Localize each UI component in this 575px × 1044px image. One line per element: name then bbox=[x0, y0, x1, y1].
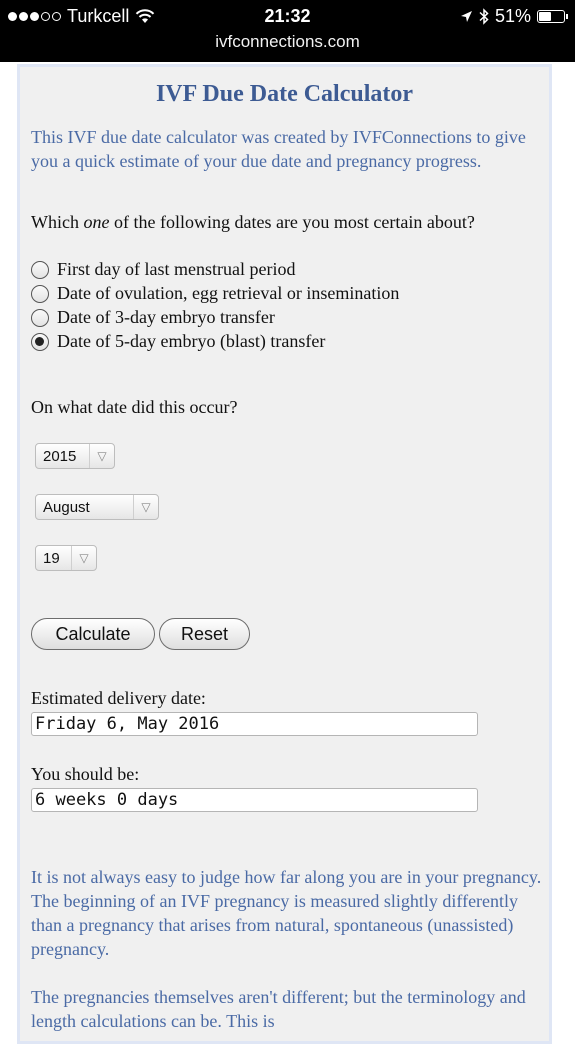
info-paragraph-1: It is not always easy to judge how far a… bbox=[31, 867, 542, 959]
option-lmp[interactable]: First day of last menstrual period bbox=[31, 259, 295, 280]
calculate-button[interactable]: Calculate bbox=[31, 618, 155, 650]
battery-icon bbox=[537, 10, 568, 23]
date-question: On what date did this occur? bbox=[31, 397, 238, 417]
battery-percent: 51% bbox=[494, 6, 531, 26]
option-label: Date of 5-day embryo (blast) transfer bbox=[57, 331, 326, 351]
calculator-panel: IVF Due Date Calculator This IVF due dat… bbox=[17, 64, 552, 1044]
delivery-date-field[interactable]: Friday 6, May 2016 bbox=[31, 712, 478, 736]
option-label: First day of last menstrual period bbox=[57, 259, 296, 279]
year-value: 2015 bbox=[43, 447, 77, 465]
address-url[interactable]: ivfconnections.com bbox=[0, 32, 575, 52]
radio-5day-transfer[interactable] bbox=[31, 332, 49, 351]
progress-label: You should be: bbox=[31, 764, 140, 784]
info-paragraph-2: The pregnancies themselves aren't differ… bbox=[31, 987, 526, 1031]
option-ovulation[interactable]: Date of ovulation, egg retrieval or inse… bbox=[31, 283, 399, 304]
radio-lmp[interactable] bbox=[31, 260, 49, 279]
radio-3day-transfer[interactable] bbox=[31, 308, 49, 327]
status-right: 51% bbox=[460, 6, 568, 27]
reset-button[interactable]: Reset bbox=[159, 618, 250, 650]
location-arrow-icon bbox=[460, 11, 472, 22]
day-value: 19 bbox=[43, 549, 60, 567]
day-select[interactable]: 19 ▽ bbox=[35, 545, 97, 571]
option-3day-transfer[interactable]: Date of 3-day embryo transfer bbox=[31, 307, 275, 328]
delivery-label: Estimated delivery date: bbox=[31, 688, 206, 708]
chevron-down-icon: ▽ bbox=[133, 495, 158, 519]
month-value: August bbox=[43, 498, 90, 516]
status-bar: Turkcell 21:32 51% ivfconnections.com bbox=[0, 0, 575, 62]
option-5day-transfer[interactable]: Date of 5-day embryo (blast) transfer bbox=[31, 331, 325, 352]
bluetooth-icon bbox=[479, 8, 489, 25]
radio-ovulation[interactable] bbox=[31, 284, 49, 303]
progress-field[interactable]: 6 weeks 0 days bbox=[31, 788, 478, 812]
chevron-down-icon: ▽ bbox=[89, 444, 114, 468]
year-select[interactable]: 2015 ▽ bbox=[35, 443, 115, 469]
page-title: IVF Due Date Calculator bbox=[155, 81, 414, 107]
chevron-down-icon: ▽ bbox=[71, 546, 96, 570]
certainty-question: Which one of the following dates are you… bbox=[31, 212, 475, 232]
option-label: Date of ovulation, egg retrieval or inse… bbox=[57, 283, 400, 303]
month-select[interactable]: August ▽ bbox=[35, 494, 159, 520]
option-label: Date of 3-day embryo transfer bbox=[57, 307, 275, 327]
intro-text: This IVF due date calculator was created… bbox=[31, 127, 526, 171]
